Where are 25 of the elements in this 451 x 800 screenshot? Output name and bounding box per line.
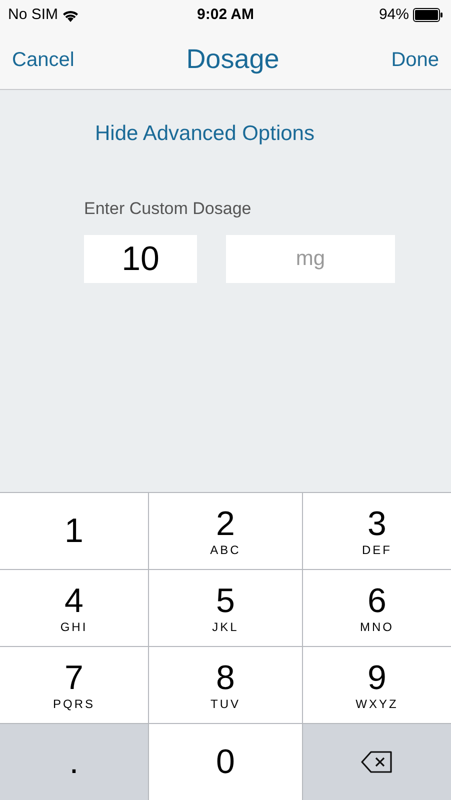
keypad-key[interactable]: 4 GHI bbox=[0, 570, 148, 646]
done-button[interactable]: Done bbox=[391, 44, 439, 74]
keypad-key[interactable]: 9 WXYZ bbox=[303, 647, 451, 723]
delete-key[interactable] bbox=[303, 724, 451, 800]
keypad-key[interactable]: 7 PQRS bbox=[0, 647, 148, 723]
custom-dosage-label: Enter Custom Dosage bbox=[84, 198, 252, 220]
keypad-key[interactable]: 0 bbox=[149, 724, 302, 800]
keypad-key[interactable]: 5 JKL bbox=[149, 570, 302, 646]
battery-icon bbox=[413, 8, 443, 22]
battery-text: 94% bbox=[378, 4, 409, 25]
wifi-icon bbox=[62, 8, 80, 22]
carrier-text: No SIM bbox=[8, 4, 58, 25]
screen-title: Dosage bbox=[186, 43, 280, 76]
keypad-key[interactable]: 1 bbox=[0, 493, 148, 569]
advanced-options-link[interactable]: Hide Advanced Options bbox=[95, 118, 314, 150]
cancel-button[interactable]: Cancel bbox=[12, 44, 74, 74]
unit-input[interactable]: mg bbox=[226, 235, 395, 283]
backspace-icon bbox=[360, 750, 394, 774]
keypad-key[interactable]: . bbox=[0, 724, 148, 800]
keypad-key[interactable]: 2 ABC bbox=[149, 493, 302, 569]
keypad-key[interactable]: 3 DEF bbox=[303, 493, 451, 569]
keypad-key[interactable]: 8 TUV bbox=[149, 647, 302, 723]
dosage-input[interactable]: 10 bbox=[84, 235, 197, 283]
keypad-key[interactable]: 6 MNO bbox=[303, 570, 451, 646]
clock-text: 9:02 AM bbox=[197, 4, 254, 25]
